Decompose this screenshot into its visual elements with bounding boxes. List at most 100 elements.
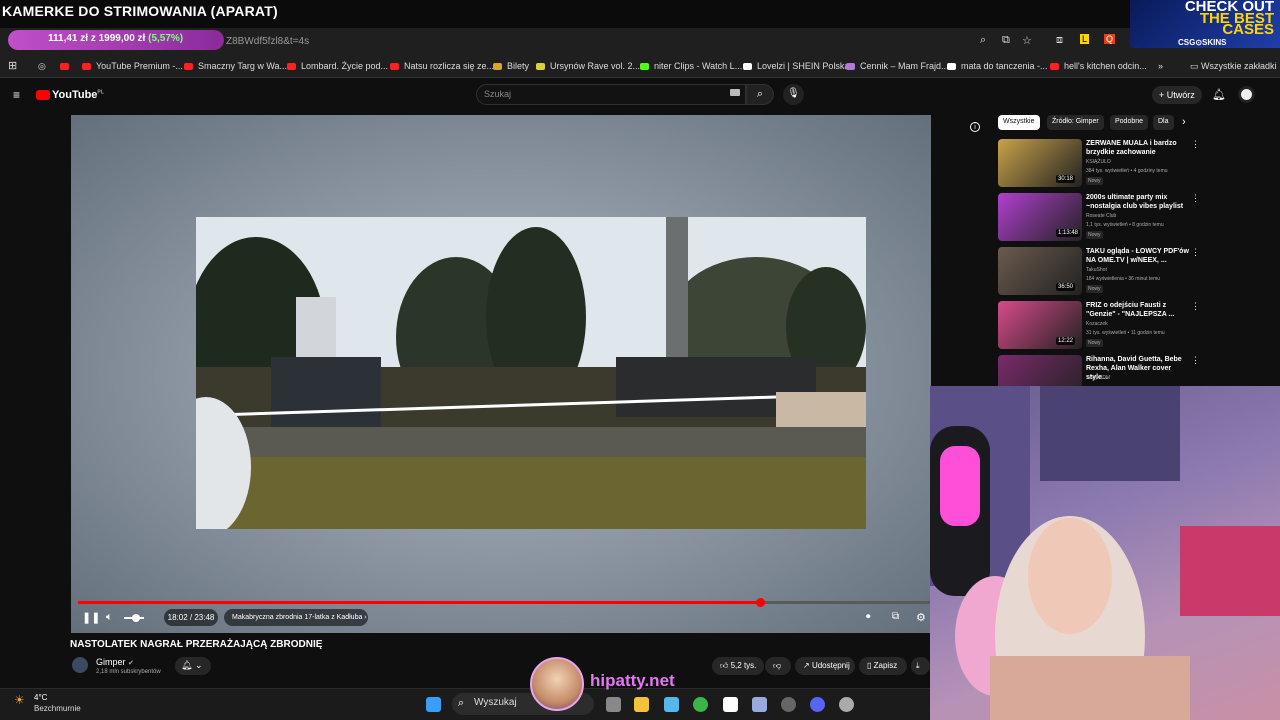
- bell-icon: 🔔︎: [181, 660, 193, 670]
- cast-icon[interactable]: ⧉: [1002, 34, 1010, 47]
- chevron-down-icon: ⌄: [194, 660, 203, 670]
- settings-gear-icon[interactable]: ⚙: [916, 611, 926, 624]
- dislike-button[interactable]: 👎︎: [765, 657, 791, 675]
- bookmark-item[interactable]: niter Clips - Watch L...: [640, 61, 742, 71]
- bookmark-item[interactable]: Ursynów Rave vol. 2...: [536, 61, 640, 71]
- more-options-icon[interactable]: ⋮: [1191, 247, 1200, 258]
- menu-icon[interactable]: ≡: [13, 88, 20, 102]
- start-windows-icon[interactable]: [426, 697, 441, 712]
- account-avatar[interactable]: [1238, 86, 1255, 103]
- rec-badge: Nowy: [1086, 177, 1103, 185]
- subscriber-count: 2,18 mln subskrybentów: [96, 669, 161, 675]
- youtube-play-icon: [36, 90, 50, 101]
- recommended-video[interactable]: 1:13:48 2000s ultimate party mix ~nostalg…: [998, 193, 1278, 243]
- channel-name[interactable]: Gimper ✔: [96, 657, 134, 667]
- bookmark-youtube-icon[interactable]: [60, 61, 74, 71]
- bookmarks-overflow-icon[interactable]: »: [1158, 61, 1163, 71]
- share-label: Udostępnij: [811, 661, 850, 670]
- share-button[interactable]: ↗ Udostępnij: [795, 657, 855, 675]
- search-input[interactable]: [476, 84, 746, 105]
- create-button[interactable]: + Utwórz: [1152, 86, 1202, 104]
- pause-icon[interactable]: ❚❚: [82, 611, 100, 624]
- keyboard-icon[interactable]: [730, 89, 740, 96]
- notifications-bell-icon[interactable]: 🔔︎: [1212, 88, 1226, 101]
- bookmark-label: niter Clips - Watch L...: [654, 61, 743, 71]
- volume-icon[interactable]: 🔈︎: [106, 611, 113, 624]
- zoom-icon[interactable]: ⌕: [980, 34, 986, 47]
- more-options-icon[interactable]: ⋮: [1191, 301, 1200, 312]
- rec-badge: Nowy: [1086, 285, 1103, 293]
- bookmark-item[interactable]: Cennik – Mam Frajd...: [846, 61, 949, 71]
- more-options-icon[interactable]: ⋮: [1191, 193, 1200, 204]
- obs-icon[interactable]: [781, 697, 796, 712]
- all-bookmarks[interactable]: ▭ Wszystkie zakładki: [1190, 61, 1277, 72]
- bookmark-item[interactable]: hell's kitchen odcin...: [1050, 61, 1147, 71]
- recommended-video[interactable]: 12:22 FRIZ o odejściu Fausti z "Genzie" -…: [998, 301, 1278, 351]
- bookmark-item[interactable]: Lombard. Życie pod...: [287, 61, 388, 71]
- create-label: Utwórz: [1166, 90, 1195, 100]
- bookmark-circle-icon[interactable]: ◎: [38, 61, 46, 72]
- bookmark-item[interactable]: Bilety: [493, 61, 529, 71]
- download-button[interactable]: ⤓: [911, 657, 930, 675]
- weather-icon[interactable]: ☀: [14, 693, 25, 707]
- notes-icon[interactable]: [752, 697, 767, 712]
- bookmark-item[interactable]: mata do tanczenia -...: [947, 61, 1048, 71]
- recommended-video[interactable]: 30:18 ZERWANE MUALA i bardzo brzydkie zac…: [998, 139, 1278, 189]
- extension-icon[interactable]: ⧈: [1056, 34, 1063, 47]
- file-explorer-icon[interactable]: [634, 697, 649, 712]
- search-button[interactable]: ⌕: [746, 84, 774, 105]
- bookmark-favicon-icon: [536, 63, 545, 71]
- bookmark-item[interactable]: Natsu rozlicza się ze...: [390, 61, 494, 71]
- extension-l-icon[interactable]: L: [1080, 34, 1090, 44]
- chips-next-icon[interactable]: ›: [1182, 116, 1186, 128]
- chapter-button[interactable]: Makabryczna zbrodnia 17-latka z Kadłuba …: [224, 609, 368, 626]
- youtube-logo[interactable]: YouTubePL: [36, 89, 104, 101]
- filter-chip[interactable]: Wszystkie: [998, 115, 1040, 130]
- subtitles-icon[interactable]: ⧉: [892, 611, 899, 622]
- progress-fill: [78, 601, 760, 604]
- promo-banner[interactable]: CHECK OUT THE BEST CASES CSG⊙SKINS: [1130, 0, 1280, 48]
- url-text[interactable]: Z8BWdf5fzl8&t=4s: [226, 36, 309, 47]
- streamer-site: hipatty.net: [590, 671, 675, 690]
- video-duration: 30:18: [1056, 175, 1076, 183]
- subscribed-bell-button[interactable]: 🔔︎ ⌄: [175, 657, 211, 675]
- bookmark-label: Smaczny Targ w Wa...: [198, 61, 288, 71]
- chrome-icon[interactable]: [693, 697, 708, 712]
- face: [1028, 518, 1112, 634]
- filter-chip[interactable]: Dla: [1153, 115, 1174, 130]
- rec-channel: Tasty EDM: [1086, 375, 1111, 381]
- bookmark-label: Natsu rozlicza się ze...: [404, 61, 495, 71]
- recommended-video[interactable]: 36:50 TAKU ogląda - ŁOWCY PDF'ów NA OME.T…: [998, 247, 1278, 297]
- bookmark-item[interactable]: YouTube Premium -...: [82, 61, 183, 71]
- filter-chip[interactable]: Podobne: [1110, 115, 1149, 130]
- apps-grid-icon[interactable]: ⊞: [8, 59, 17, 72]
- filter-chip[interactable]: Źródło: Gimper: [1047, 115, 1104, 130]
- streamer-webcam: [930, 386, 1280, 720]
- info-icon[interactable]: i: [970, 122, 980, 132]
- taskview-icon[interactable]: [606, 697, 621, 712]
- voice-search-button[interactable]: 🎙︎: [783, 84, 804, 105]
- rec-views: 384 tys. wyświetleń • 4 godziny temu: [1086, 168, 1168, 174]
- star-icon[interactable]: ☆: [1022, 34, 1032, 47]
- notepad-icon[interactable]: [723, 697, 738, 712]
- extension-red-icon[interactable]: Q: [1104, 34, 1116, 44]
- progress-bar[interactable]: [78, 598, 930, 607]
- autoplay-toggle-icon[interactable]: ⏺: [866, 611, 871, 622]
- discord-icon[interactable]: [810, 697, 825, 712]
- save-button[interactable]: ▯ Zapisz: [859, 657, 907, 675]
- bookmark-favicon-icon: [390, 63, 399, 71]
- more-options-icon[interactable]: ⋮: [1191, 355, 1200, 366]
- settings-app-icon[interactable]: [839, 697, 854, 712]
- scrubber-handle[interactable]: [755, 598, 765, 607]
- channel-avatar[interactable]: [72, 657, 88, 673]
- store-icon[interactable]: [664, 697, 679, 712]
- volume-slider[interactable]: [124, 614, 144, 622]
- weather-desc[interactable]: Bezchmurnie: [34, 704, 81, 713]
- video-title: NASTOLATEK NAGRAŁ PRZERAŻAJĄCĄ ZBRODNIĘ: [70, 639, 323, 650]
- bookmark-item[interactable]: Smaczny Targ w Wa...: [184, 61, 287, 71]
- bookmark-item[interactable]: Lovelzi | SHEIN Polska: [743, 61, 849, 71]
- like-button[interactable]: 👍︎ 5,2 tys.: [712, 657, 764, 675]
- volume-handle[interactable]: [132, 614, 140, 622]
- more-options-icon[interactable]: ⋮: [1191, 139, 1200, 150]
- weather-temp[interactable]: 4°C: [34, 693, 47, 702]
